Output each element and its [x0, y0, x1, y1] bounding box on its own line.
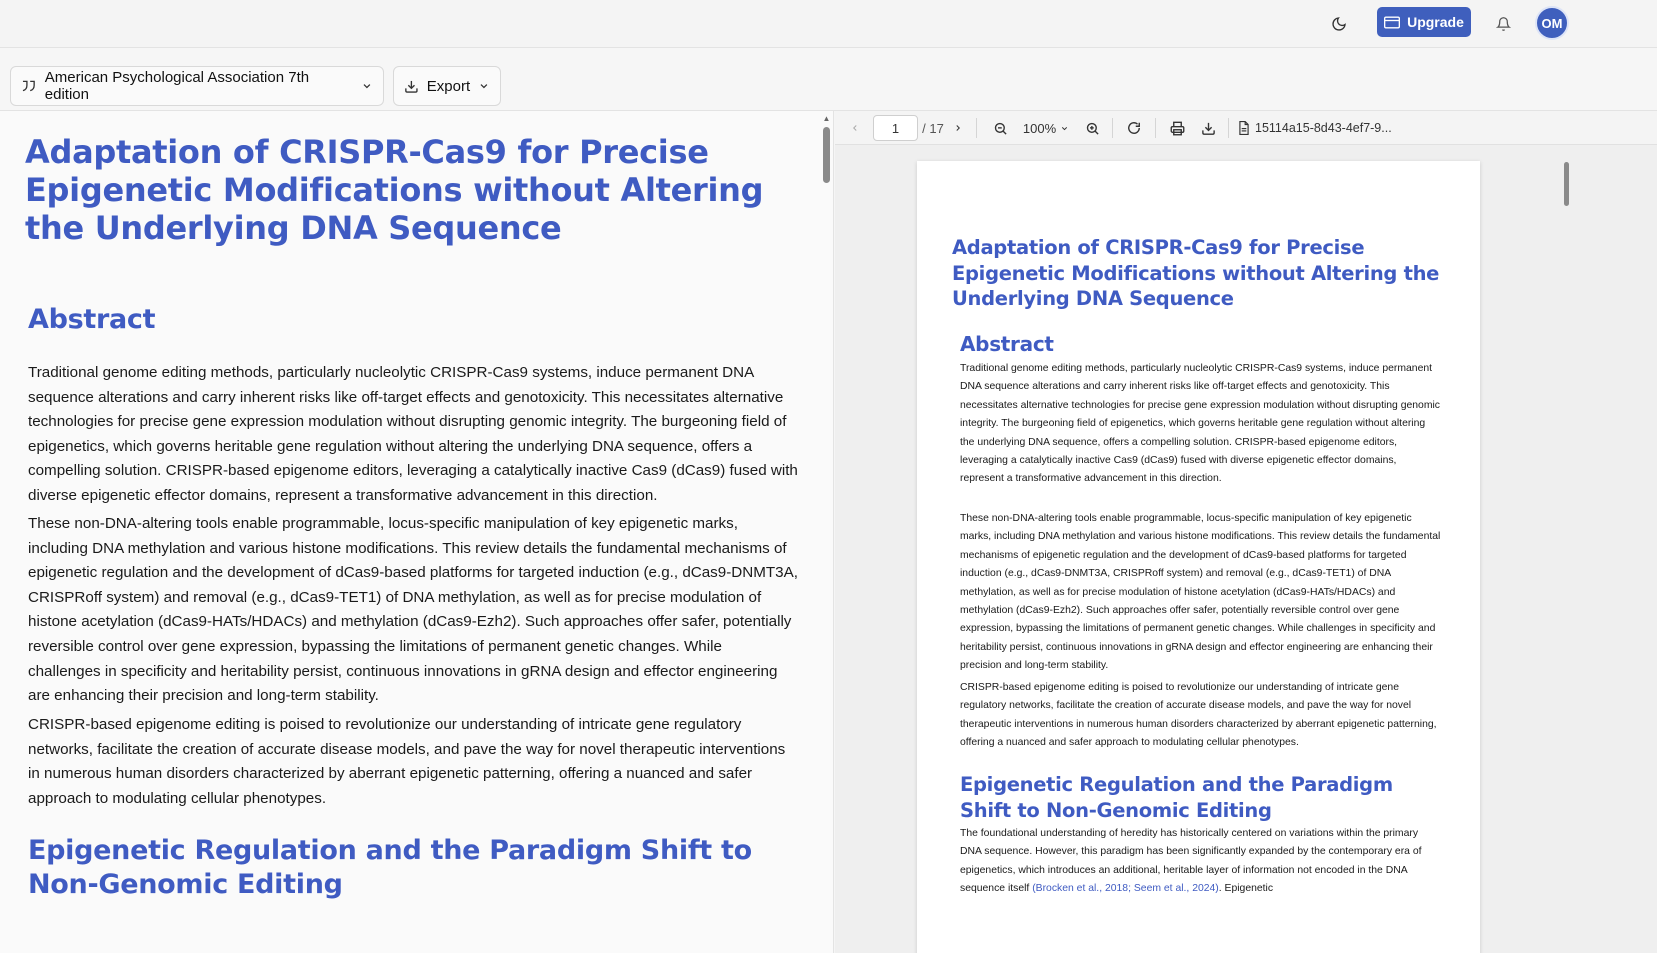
pdf-paragraph: The foundational understanding of heredi… [960, 825, 1442, 899]
citation-link[interactable]: (Brocken et al., 2018; Seem et al., 2024… [1032, 883, 1219, 894]
scrollbar-thumb[interactable] [823, 127, 830, 183]
toolbar-divider [1228, 118, 1229, 138]
pdf-viewer: 1 / 17 100% 15114a15-8d43-4ef7-9... Adap… [835, 111, 1657, 953]
avatar[interactable]: OM [1535, 6, 1569, 40]
document-title[interactable]: Adaptation of CRISPR-Cas9 for Precise Ep… [25, 133, 785, 247]
moon-icon[interactable] [1327, 12, 1351, 36]
page-total: / 17 [922, 120, 944, 136]
section-heading[interactable]: Epigenetic Regulation and the Paradigm S… [28, 834, 768, 902]
citation-style-label: American Psychological Association 7th e… [44, 69, 310, 103]
pdf-paragraph-text: . Epigenetic [1218, 883, 1274, 895]
upgrade-button[interactable]: Upgrade [1377, 7, 1471, 37]
pdf-document-title: Adaptation of CRISPR-Cas9 for Precise Ep… [952, 236, 1440, 310]
abstract-paragraph-3[interactable]: CRISPR-based epigenome editing is poised… [28, 713, 798, 811]
zoom-level: 100% [1022, 120, 1057, 136]
pdf-paragraph: CRISPR-based epigenome editing is poised… [960, 682, 1437, 749]
citation-style-dropdown[interactable]: American Psychological Association 7th e… [10, 66, 384, 106]
zoom-out-icon[interactable] [991, 117, 1009, 139]
pdf-section-heading: Epigenetic Regulation and the Paradigm S… [960, 773, 1393, 822]
download-icon[interactable] [1199, 117, 1217, 139]
export-label: Export [426, 77, 471, 95]
scrollbar-thumb[interactable] [1564, 162, 1569, 206]
toolbar-divider [1112, 118, 1113, 138]
avatar-initials: OM [1541, 15, 1563, 31]
chevron-down-icon [1062, 126, 1068, 130]
quote-icon [22, 80, 35, 92]
pdf-paragraph: These non-DNA-altering tools enable prog… [960, 513, 1441, 672]
print-icon[interactable] [1168, 117, 1186, 139]
rotate-icon[interactable] [1125, 117, 1143, 139]
prev-page-icon[interactable] [847, 117, 863, 139]
pdf-abstract-heading: Abstract [960, 332, 1054, 356]
export-dropdown[interactable]: Export [393, 66, 501, 106]
file-info: 15114a15-8d43-4ef7-9... [1238, 117, 1408, 139]
upgrade-label: Upgrade [1407, 14, 1464, 30]
scroll-up-icon[interactable]: ▲ [822, 114, 831, 124]
file-icon [1239, 121, 1249, 135]
page-number-input[interactable]: 1 [873, 115, 918, 141]
document-toolbar: American Psychological Association 7th e… [0, 48, 1657, 111]
zoom-level-dropdown[interactable]: 100% [1021, 117, 1071, 139]
pdf-toolbar: 1 / 17 100% 15114a15-8d43-4ef7-9... [835, 111, 1657, 145]
toolbar-divider [1155, 118, 1156, 138]
pdf-page: Adaptation of CRISPR-Cas9 for Precise Ep… [917, 161, 1480, 953]
pdf-scrollbar[interactable] [1563, 150, 1569, 210]
abstract-paragraph-1[interactable]: Traditional genome editing methods, part… [28, 361, 798, 509]
abstract-heading[interactable]: Abstract [28, 304, 156, 335]
next-page-icon[interactable] [950, 117, 966, 139]
download-icon [405, 80, 418, 93]
zoom-in-icon[interactable] [1083, 117, 1101, 139]
bell-icon[interactable] [1491, 12, 1515, 36]
toolbar-divider [976, 118, 977, 138]
file-name: 15114a15-8d43-4ef7-9... [1255, 121, 1392, 135]
chevron-down-icon [363, 84, 371, 89]
top-bar: Upgrade OM [0, 0, 1657, 48]
chevron-down-icon [480, 84, 488, 89]
card-icon [1384, 16, 1401, 28]
abstract-paragraph-2[interactable]: These non-DNA-altering tools enable prog… [28, 512, 798, 709]
document-editor[interactable]: Adaptation of CRISPR-Cas9 for Precise Ep… [0, 111, 834, 953]
pdf-paragraph: Traditional genome editing methods, part… [960, 363, 1440, 485]
editor-scrollbar[interactable]: ▲ [822, 114, 831, 184]
